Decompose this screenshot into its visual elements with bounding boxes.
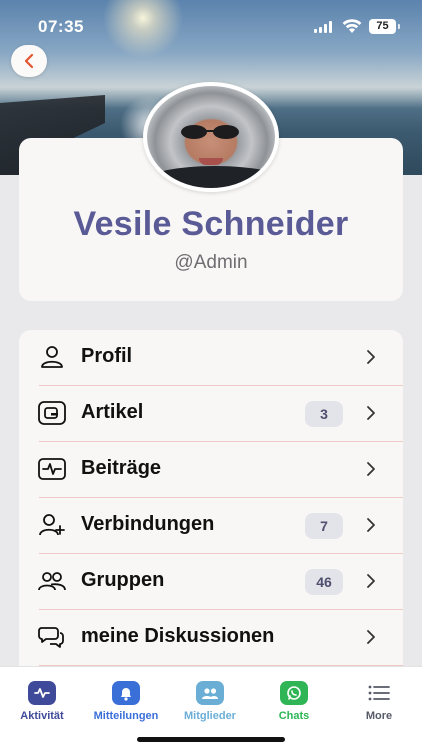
tab-label: Chats — [278, 710, 310, 722]
menu-item-beitraege[interactable]: Beiträge — [19, 442, 403, 498]
whatsapp-icon — [280, 681, 308, 705]
activity-pulse-icon — [38, 456, 66, 482]
tab-mitteilungen[interactable]: Mitteilungen — [84, 681, 168, 722]
menu-lines-icon — [365, 681, 393, 705]
avatar-smile — [199, 158, 223, 165]
menu-item-label: Beiträge — [81, 457, 162, 479]
chevron-right-icon — [367, 350, 375, 364]
tab-label: Aktivität — [20, 710, 64, 722]
tab-more[interactable]: More — [337, 681, 421, 722]
activity-icon — [28, 681, 56, 705]
avatar[interactable] — [143, 82, 279, 192]
sunglasses — [181, 125, 239, 139]
menu-item-meine-diskussionen[interactable]: meine Diskussionen — [19, 610, 403, 666]
chevron-right-icon — [367, 406, 375, 420]
chevron-right-icon — [367, 462, 375, 476]
tab-aktivitaet[interactable]: Aktivität — [0, 681, 84, 722]
profile-role: @Admin — [174, 252, 248, 273]
tab-mitglieder[interactable]: Mitglieder — [168, 681, 252, 722]
menu-item-label: Profil — [81, 345, 133, 367]
tab-label: Mitglieder — [184, 710, 236, 722]
menu-item-profil[interactable]: Profil — [19, 330, 403, 386]
members-icon — [196, 681, 224, 705]
menu-item-artikel[interactable]: Artikel 3 — [19, 386, 403, 442]
tab-chats[interactable]: Chats — [252, 681, 336, 722]
bell-icon — [112, 681, 140, 705]
menu-item-verbindungen[interactable]: Verbindungen 7 — [19, 498, 403, 554]
count-badge: 46 — [305, 569, 343, 595]
tab-label: Mitteilungen — [93, 710, 159, 722]
group-icon — [38, 568, 66, 594]
menu-item-label: Gruppen — [81, 569, 165, 591]
battery-icon: 75 — [369, 19, 396, 34]
discussion-bubbles-icon — [38, 624, 66, 650]
article-icon — [38, 400, 66, 426]
menu-item-label: meine Diskussionen — [81, 625, 275, 647]
profile-menu: Profil Artikel 3 Beiträge Verbindungen 7 — [19, 330, 403, 675]
battery-tip — [398, 24, 400, 29]
person-icon — [38, 344, 66, 370]
wifi-icon — [342, 18, 362, 34]
status-bar: 07:35 75 — [0, 0, 422, 50]
chevron-right-icon — [367, 574, 375, 588]
status-time: 07:35 — [38, 17, 84, 36]
menu-item-label: Verbindungen — [81, 513, 215, 535]
home-indicator[interactable] — [137, 737, 285, 742]
count-badge: 7 — [305, 513, 343, 539]
chevron-right-icon — [367, 518, 375, 532]
back-button[interactable] — [11, 45, 47, 77]
add-person-icon — [38, 512, 66, 538]
chevron-left-icon — [24, 53, 34, 69]
profile-name: Vesile Schneider — [73, 205, 349, 243]
count-badge: 3 — [305, 401, 343, 427]
chevron-right-icon — [367, 630, 375, 644]
menu-item-gruppen[interactable]: Gruppen 46 — [19, 554, 403, 610]
tab-label: More — [365, 710, 393, 722]
menu-item-label: Artikel — [81, 401, 144, 423]
cellular-signal-icon — [314, 21, 334, 33]
